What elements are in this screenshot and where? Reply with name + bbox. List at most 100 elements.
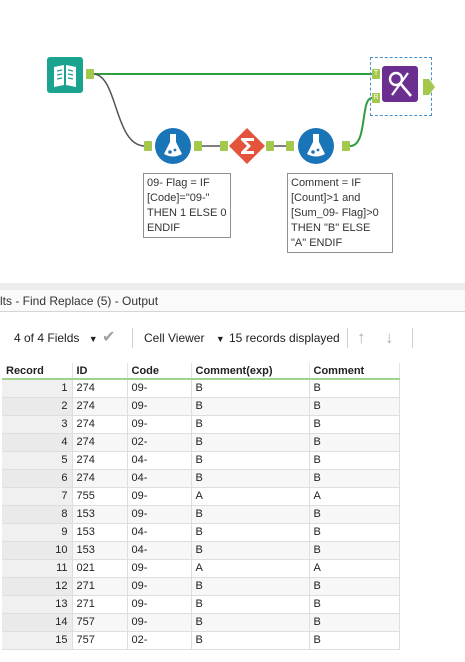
comment-exp-cell[interactable]: A [191,559,310,578]
code-cell[interactable]: 09- [127,487,192,506]
comment-cell[interactable]: B [309,523,400,542]
table-row[interactable]: 11 021 09- A A [2,559,400,578]
formula-tool-1[interactable] [154,127,192,170]
code-cell[interactable]: 09- [127,613,192,632]
comment-cell[interactable]: B [309,451,400,470]
id-cell[interactable]: 271 [72,595,128,614]
comment-exp-cell[interactable]: B [191,505,310,524]
comment-exp-cell[interactable]: B [191,577,310,596]
summarize-output-anchor[interactable] [266,141,274,151]
table-row[interactable]: 12 271 09- B B [2,577,400,596]
id-cell[interactable]: 021 [72,559,128,578]
comment-exp-cell[interactable]: B [191,469,310,488]
table-row[interactable]: 4 274 02- B B [2,433,400,452]
comment-exp-cell[interactable]: B [191,379,310,398]
formula2-output-anchor[interactable] [342,141,350,151]
summarize-input-anchor[interactable] [220,141,228,151]
record-cell[interactable]: 7 [2,487,73,506]
id-cell[interactable]: 153 [72,505,128,524]
workflow-canvas[interactable]: T R 09- Flag = IF [Code]="09-" THEN 1 EL… [0,0,465,283]
find-replace-tool[interactable] [382,66,418,107]
id-cell[interactable]: 755 [72,487,128,506]
code-cell[interactable]: 09- [127,379,192,398]
formula1-input-anchor[interactable] [144,141,152,151]
record-cell[interactable]: 5 [2,451,73,470]
formula-tool-2[interactable] [297,127,335,170]
table-row[interactable]: 7 755 09- A A [2,487,400,506]
comment-exp-cell[interactable]: B [191,415,310,434]
table-row[interactable]: 8 153 09- B B [2,505,400,524]
code-cell[interactable]: 04- [127,469,192,488]
table-row[interactable]: 15 757 02- B B [2,631,400,650]
apply-check-icon[interactable]: ✔ [102,323,115,353]
formula2-input-anchor[interactable] [286,141,294,151]
code-cell[interactable]: 09- [127,559,192,578]
code-cell[interactable]: 04- [127,523,192,542]
id-cell[interactable]: 271 [72,577,128,596]
table-row[interactable]: 13 271 09- B B [2,595,400,614]
record-cell[interactable]: 15 [2,631,73,650]
id-cell[interactable]: 757 [72,631,128,650]
column-header-id[interactable]: ID [72,363,128,380]
record-cell[interactable]: 8 [2,505,73,524]
arrow-up-icon[interactable]: ↑ [357,323,366,353]
record-cell[interactable]: 12 [2,577,73,596]
comment-exp-cell[interactable]: A [191,487,310,506]
record-cell[interactable]: 2 [2,397,73,416]
code-cell[interactable]: 09- [127,595,192,614]
input-output-anchor[interactable] [86,69,94,79]
id-cell[interactable]: 153 [72,541,128,560]
comment-cell[interactable]: B [309,631,400,650]
id-cell[interactable]: 274 [72,469,128,488]
record-cell[interactable]: 4 [2,433,73,452]
table-row[interactable]: 1 274 09- B B [2,379,400,398]
table-row[interactable]: 14 757 09- B B [2,613,400,632]
comment-cell[interactable]: B [309,613,400,632]
findreplace-output-anchor[interactable] [423,79,435,95]
column-header-comment-exp[interactable]: Comment(exp) [191,363,310,380]
comment-cell[interactable]: B [309,595,400,614]
comment-exp-cell[interactable]: B [191,631,310,650]
column-header-record[interactable]: Record [2,363,73,380]
record-cell[interactable]: 13 [2,595,73,614]
fields-selector[interactable]: 4 of 4 Fields ▼ [14,323,98,353]
record-cell[interactable]: 3 [2,415,73,434]
comment-cell[interactable]: B [309,541,400,560]
input-data-tool[interactable] [47,57,83,98]
comment-exp-cell[interactable]: B [191,433,310,452]
code-cell[interactable]: 09- [127,505,192,524]
comment-cell[interactable]: B [309,397,400,416]
id-cell[interactable]: 274 [72,397,128,416]
comment-cell[interactable]: B [309,505,400,524]
pane-divider[interactable] [0,283,465,290]
id-cell[interactable]: 274 [72,415,128,434]
code-cell[interactable]: 04- [127,451,192,470]
column-header-comment[interactable]: Comment [309,363,400,380]
id-cell[interactable]: 757 [72,613,128,632]
arrow-down-icon[interactable]: ↓ [385,323,394,353]
record-cell[interactable]: 9 [2,523,73,542]
record-cell[interactable]: 11 [2,559,73,578]
comment-cell[interactable]: B [309,577,400,596]
table-row[interactable]: 6 274 04- B B [2,469,400,488]
table-row[interactable]: 10 153 04- B B [2,541,400,560]
comment-exp-cell[interactable]: B [191,541,310,560]
id-cell[interactable]: 274 [72,451,128,470]
table-row[interactable]: 2 274 09- B B [2,397,400,416]
code-cell[interactable]: 09- [127,415,192,434]
comment-cell[interactable]: A [309,487,400,506]
record-cell[interactable]: 6 [2,469,73,488]
table-row[interactable]: 3 274 09- B B [2,415,400,434]
table-row[interactable]: 5 274 04- B B [2,451,400,470]
record-cell[interactable]: 1 [2,379,73,398]
comment-exp-cell[interactable]: B [191,523,310,542]
viewer-selector[interactable]: Cell Viewer ▼ [144,323,225,353]
comment-exp-cell[interactable]: B [191,595,310,614]
comment-cell[interactable]: B [309,469,400,488]
comment-cell[interactable]: B [309,379,400,398]
comment-cell[interactable]: B [309,433,400,452]
summarize-tool[interactable] [229,128,265,169]
record-cell[interactable]: 14 [2,613,73,632]
code-cell[interactable]: 02- [127,433,192,452]
table-row[interactable]: 9 153 04- B B [2,523,400,542]
